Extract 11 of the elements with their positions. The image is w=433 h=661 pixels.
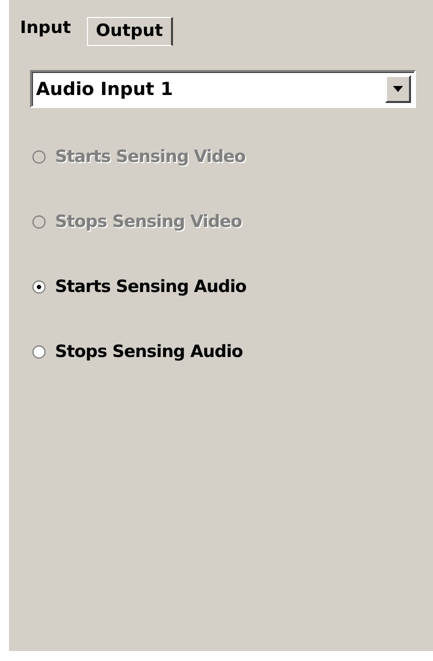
option-label: Starts Sensing Video — [55, 146, 246, 166]
option-label: Stops Sensing Audio — [55, 342, 243, 362]
dropdown-button[interactable] — [385, 75, 411, 103]
dropdown-value: Audio Input 1 — [36, 78, 174, 100]
radio-button[interactable] — [32, 344, 46, 358]
option-label: Starts Sensing Audio — [55, 276, 246, 296]
option-label: Stops Sensing Video — [55, 212, 242, 232]
caret-icon — [393, 86, 403, 92]
radio-button[interactable] — [32, 280, 46, 294]
tab[interactable]: Output — [86, 17, 173, 46]
source-dropdown[interactable]: Audio Input 1 — [30, 70, 416, 108]
